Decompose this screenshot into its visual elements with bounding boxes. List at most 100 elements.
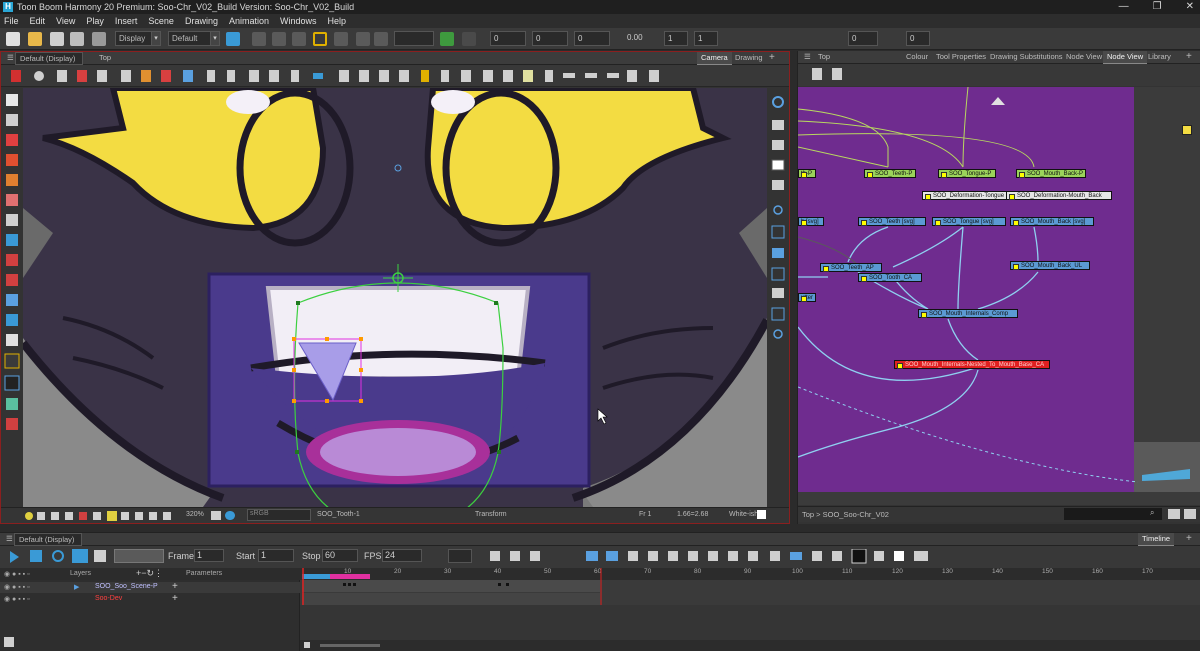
frame-input[interactable]: 1 bbox=[194, 549, 224, 562]
menu-insert[interactable]: Insert bbox=[115, 16, 138, 26]
camera-viewport[interactable] bbox=[23, 88, 767, 507]
key-loop-icon[interactable] bbox=[770, 551, 780, 561]
open-folder-icon[interactable] bbox=[28, 32, 42, 46]
mark-drawing-icon[interactable] bbox=[874, 551, 884, 561]
mark-keyframe-icon[interactable] bbox=[851, 549, 867, 564]
last-frame-icon[interactable] bbox=[748, 551, 758, 561]
shading-icon[interactable] bbox=[135, 512, 143, 520]
transform-icon[interactable] bbox=[252, 32, 266, 46]
timeline-zoom-icon[interactable] bbox=[304, 642, 310, 648]
stop-input[interactable]: 60 bbox=[322, 549, 358, 562]
deform-view-icon[interactable] bbox=[771, 307, 785, 321]
layer-stack-3-icon[interactable] bbox=[771, 159, 785, 171]
pencil-tool-icon[interactable] bbox=[6, 154, 18, 166]
node-graph[interactable]: th-P SOO_Teeth-P SOO_Tongue-P SOO_Mouth_… bbox=[798, 87, 1200, 505]
node-display-icon[interactable] bbox=[1184, 509, 1196, 519]
scale-icon[interactable] bbox=[292, 32, 306, 46]
layer-frames-row[interactable] bbox=[302, 593, 600, 605]
fps-input[interactable]: 24 bbox=[382, 549, 422, 562]
layer-props-icon[interactable] bbox=[832, 551, 842, 561]
safe-area-icon[interactable] bbox=[65, 512, 73, 520]
frame-grid[interactable]: 10 20 30 40 50 60 70 80 90 100 110 120 1… bbox=[300, 568, 1200, 651]
sync-icon[interactable] bbox=[812, 551, 822, 561]
z-field[interactable]: 0 bbox=[574, 31, 610, 46]
brush-tool-icon[interactable] bbox=[6, 134, 18, 146]
loop-icon[interactable] bbox=[52, 550, 64, 562]
node-soo-tongue-p[interactable]: SOO_Tongue-P bbox=[938, 169, 996, 178]
zoom-level[interactable]: 320% bbox=[186, 511, 204, 518]
tab-tool-properties[interactable]: Tool Properties bbox=[932, 51, 990, 64]
tab-drawing[interactable]: Drawing bbox=[731, 52, 767, 65]
add-layer-icon[interactable]: +−↻⋮ bbox=[136, 568, 163, 579]
new-scene-icon[interactable] bbox=[6, 32, 20, 46]
network-icon[interactable] bbox=[832, 68, 842, 80]
menu-edit[interactable]: Edit bbox=[30, 16, 46, 26]
rgb-toggle-icon[interactable] bbox=[79, 512, 87, 520]
menu-view[interactable]: View bbox=[56, 16, 75, 26]
overlay-icon[interactable] bbox=[163, 512, 171, 520]
menu-animation[interactable]: Animation bbox=[229, 16, 269, 26]
play-icon[interactable] bbox=[10, 551, 19, 563]
color-space-combo[interactable]: sRGB bbox=[247, 509, 311, 521]
display-combo[interactable]: Display ▾ bbox=[115, 31, 161, 46]
layer-name[interactable]: Soo-Dev bbox=[95, 595, 122, 602]
tab-colour[interactable]: Colour bbox=[902, 51, 932, 64]
ease-icon[interactable] bbox=[668, 551, 678, 561]
node-filter-icon[interactable] bbox=[1168, 509, 1180, 519]
target-icon[interactable] bbox=[773, 329, 783, 339]
contour-editor-icon[interactable] bbox=[6, 114, 18, 126]
layer-frames-row[interactable] bbox=[302, 580, 600, 592]
render-icon[interactable] bbox=[226, 32, 240, 46]
deform-tool-icon[interactable] bbox=[6, 398, 18, 410]
node-soo-teeth-svg[interactable]: SOO_Teeth [svg] bbox=[858, 217, 926, 226]
add-icon[interactable] bbox=[356, 32, 370, 46]
node-soo-tongue-svg[interactable]: SOO_Tongue [svg] bbox=[932, 217, 1006, 226]
menu-help[interactable]: Help bbox=[328, 16, 347, 26]
layer-stack-2-icon[interactable] bbox=[772, 140, 784, 150]
add-panel-icon[interactable]: + bbox=[765, 52, 779, 65]
render-preview-icon[interactable] bbox=[121, 512, 129, 520]
tab-camera[interactable]: Camera bbox=[697, 52, 732, 65]
tab-library[interactable]: Library bbox=[1144, 51, 1175, 64]
expand-arrow-icon[interactable]: ▶ bbox=[74, 583, 79, 591]
dropper-tool-icon[interactable] bbox=[6, 274, 18, 286]
reset-view-icon[interactable] bbox=[771, 225, 785, 239]
node-search-input[interactable] bbox=[1064, 508, 1162, 520]
menu-file[interactable]: File bbox=[4, 16, 19, 26]
close-button[interactable]: ✕ bbox=[1186, 0, 1194, 14]
add-panel-icon[interactable]: + bbox=[1182, 533, 1196, 546]
layer-visibility-icon[interactable]: ◉ ● ▪ ▪ ▫ bbox=[4, 583, 30, 591]
start-input[interactable]: 1 bbox=[258, 549, 294, 562]
layer-row[interactable]: ◉ ● ▪ ▪ ▫ Soo-Dev + bbox=[0, 593, 300, 605]
timeline-scrollbar[interactable] bbox=[300, 640, 1200, 651]
default-combo[interactable]: Default ▾ bbox=[168, 31, 220, 46]
layer-row[interactable]: ◉ ● ▪ ▪ ▫ ▶ SOO_Soo_Scene-P + bbox=[0, 581, 300, 593]
move-icon[interactable] bbox=[462, 32, 476, 46]
node-panel-menu-icon[interactable]: ☰ bbox=[800, 51, 815, 64]
select-tool-icon[interactable] bbox=[6, 94, 18, 106]
light-bulb-icon[interactable] bbox=[25, 512, 33, 520]
prev-key-icon[interactable] bbox=[708, 551, 718, 561]
link-icon[interactable] bbox=[772, 248, 784, 258]
curve-icon[interactable] bbox=[771, 267, 785, 281]
add-panel-icon[interactable]: + bbox=[1182, 51, 1196, 64]
layer-stack-4-icon[interactable] bbox=[772, 180, 784, 190]
bone-icon[interactable] bbox=[334, 32, 348, 46]
motion-keyframe-icon[interactable] bbox=[628, 551, 638, 561]
add-drawing-icon[interactable] bbox=[586, 551, 598, 561]
menu-windows[interactable]: Windows bbox=[280, 16, 317, 26]
camera-icon[interactable] bbox=[772, 288, 784, 298]
bucket-tool-icon[interactable] bbox=[6, 418, 18, 430]
rigging-tool-icon[interactable] bbox=[4, 353, 20, 369]
sound-icon[interactable] bbox=[72, 549, 88, 563]
scale-y-field[interactable]: 1 bbox=[694, 31, 718, 46]
sound-scrub-icon[interactable] bbox=[94, 550, 106, 562]
color-wheel-icon[interactable] bbox=[225, 511, 235, 520]
add-keyframe-icon[interactable] bbox=[510, 551, 520, 561]
grid-toggle-icon[interactable] bbox=[37, 512, 45, 520]
maximize-button[interactable]: ❐ bbox=[1153, 0, 1162, 14]
eraser-tool-icon[interactable] bbox=[6, 194, 18, 206]
node-soo-teeth-p[interactable]: SOO_Teeth-P bbox=[864, 169, 916, 178]
interpolation-combo[interactable] bbox=[448, 549, 472, 563]
text-tool-icon[interactable] bbox=[6, 214, 18, 226]
